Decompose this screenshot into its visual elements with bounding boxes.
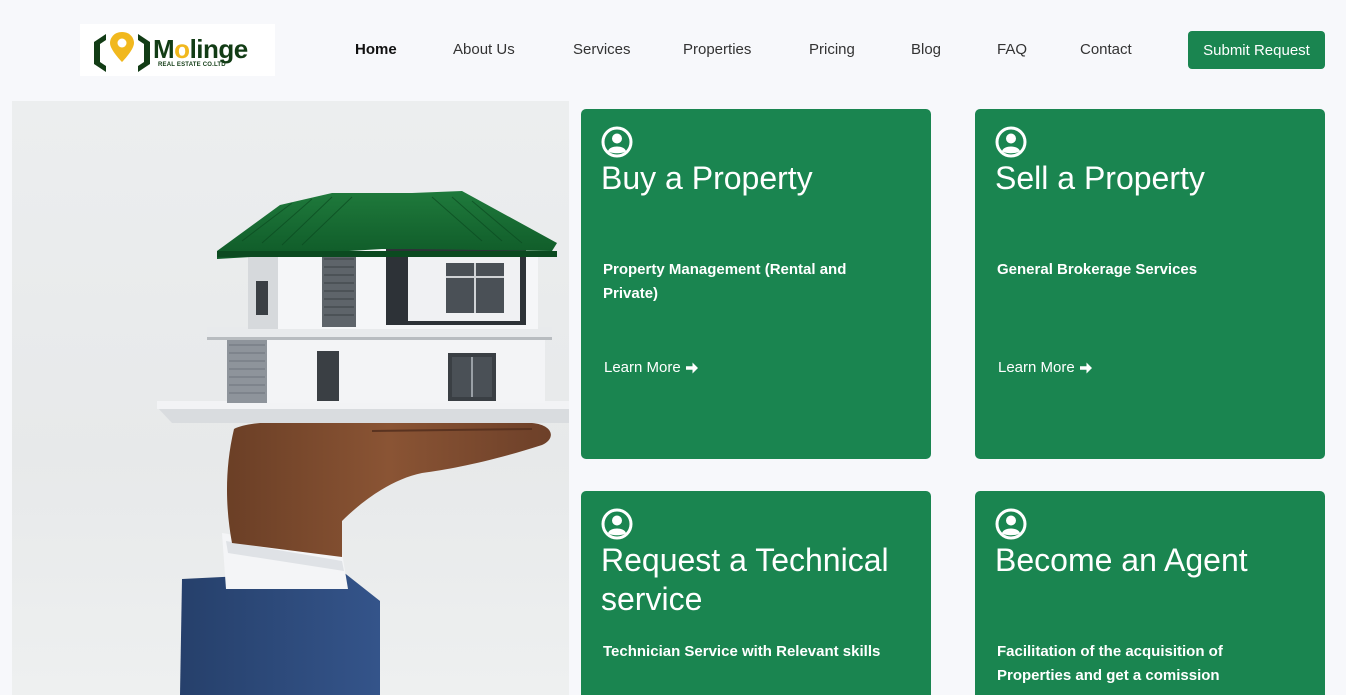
- card-description: Facilitation of the acquisition of Prope…: [997, 643, 1223, 684]
- learn-more-link[interactable]: Learn More: [604, 358, 699, 378]
- card-title: Become an Agent: [995, 542, 1248, 578]
- hand-holding-model-house-photo: [157, 191, 569, 695]
- card-description: Property Management (Rental and Private): [603, 261, 847, 302]
- card-description: General Brokerage Services: [997, 261, 1198, 278]
- brand-name: Molinge: [153, 34, 248, 64]
- nav-about-us[interactable]: About Us: [453, 38, 515, 62]
- nav-faq[interactable]: FAQ: [997, 38, 1027, 62]
- learn-more-label: Learn More: [998, 359, 1075, 376]
- card-title: Buy a Property: [601, 160, 813, 196]
- nav-pricing[interactable]: Pricing: [809, 38, 855, 62]
- user-circle-icon: [601, 508, 633, 540]
- nav-contact[interactable]: Contact: [1080, 38, 1132, 62]
- service-card-become-agent: Become an Agent Facilitation of the acqu…: [975, 491, 1325, 695]
- nav-blog[interactable]: Blog: [911, 38, 941, 62]
- learn-more-link[interactable]: Learn More: [998, 358, 1093, 378]
- service-card-sell-property: Sell a Property General Brokerage Servic…: [975, 109, 1325, 459]
- brand-tagline: REAL ESTATE CO.LTD: [158, 62, 226, 68]
- hero-image: [12, 101, 569, 695]
- site-logo[interactable]: Molinge REAL ESTATE CO.LTD: [80, 24, 275, 76]
- service-card-technical-service: Request a Technical service Technician S…: [581, 491, 931, 695]
- submit-request-button[interactable]: Submit Request: [1188, 31, 1325, 69]
- site-header: Molinge REAL ESTATE CO.LTD Home About Us…: [0, 0, 1346, 100]
- service-card-buy-property: Buy a Property Property Management (Rent…: [581, 109, 931, 459]
- nav-home[interactable]: Home: [355, 38, 397, 62]
- nav-properties[interactable]: Properties: [683, 38, 751, 62]
- user-circle-icon: [995, 508, 1027, 540]
- card-title: Sell a Property: [995, 160, 1205, 196]
- card-description: Technician Service with Relevant skills: [603, 643, 881, 660]
- house-location-pin-icon: [94, 32, 150, 72]
- nav-services[interactable]: Services: [573, 38, 631, 62]
- learn-more-label: Learn More: [604, 359, 681, 376]
- user-circle-icon: [601, 126, 633, 158]
- user-circle-icon: [995, 126, 1027, 158]
- arrow-right-icon: [1079, 362, 1092, 374]
- arrow-right-icon: [685, 362, 698, 374]
- card-title: Request a Technical service: [601, 542, 889, 617]
